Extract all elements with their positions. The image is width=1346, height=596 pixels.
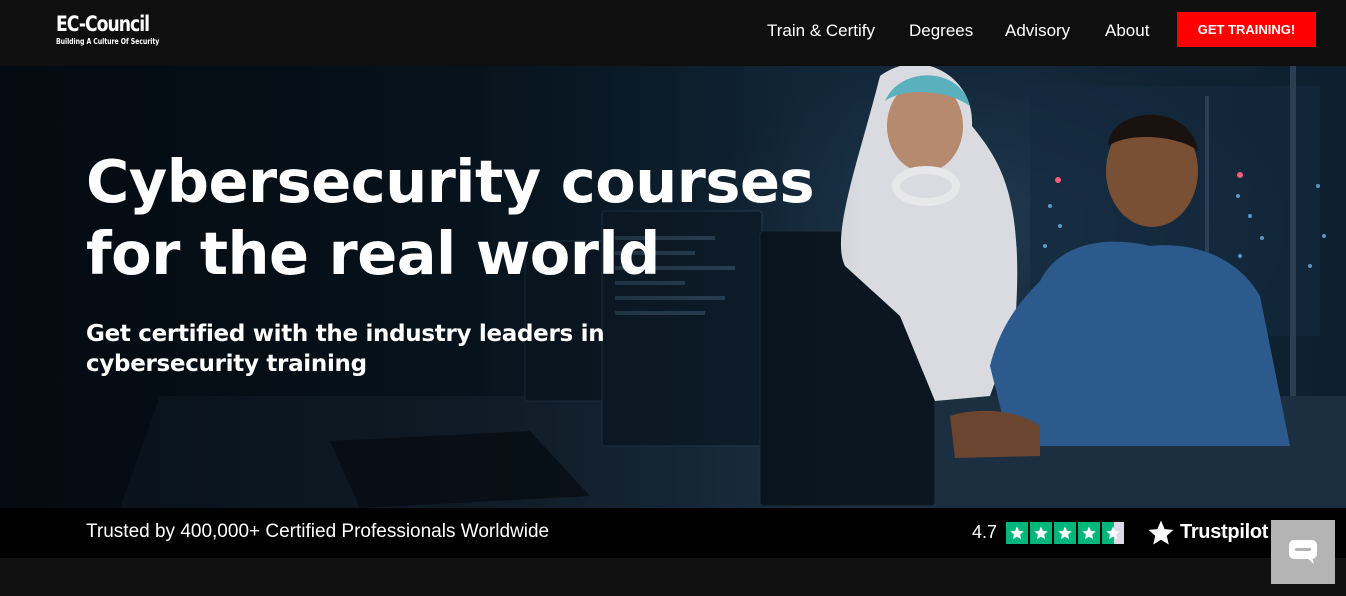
trustpilot-stars[interactable] bbox=[1006, 522, 1124, 544]
logo-name: EC-Council bbox=[56, 12, 150, 36]
trust-bar: Trusted by 400,000+ Certified Profession… bbox=[0, 508, 1346, 558]
get-training-button[interactable]: GET TRAINING! bbox=[1177, 12, 1316, 47]
hero-title: Cybersecurity courses for the real world bbox=[86, 146, 846, 290]
trustpilot-rating: 4.7 bbox=[972, 522, 998, 542]
nav-advisory[interactable]: Advisory bbox=[1005, 20, 1070, 42]
hero-banner: Cybersecurity courses for the real world… bbox=[0, 66, 1346, 508]
logo-tagline: Building A Culture Of Security bbox=[56, 37, 160, 46]
top-navigation: EC-Council Building A Culture Of Securit… bbox=[0, 0, 1346, 66]
hero-title-line-1: Cybersecurity courses bbox=[86, 147, 815, 216]
star-icon bbox=[1006, 522, 1028, 544]
ec-council-logo[interactable]: EC-Council Building A Culture Of Securit… bbox=[56, 12, 188, 46]
hero-subtitle: Get certified with the industry leaders … bbox=[86, 319, 606, 379]
trustpilot-logo[interactable]: Trustpilot bbox=[1180, 521, 1268, 544]
star-icon bbox=[1078, 522, 1100, 544]
half-star-icon bbox=[1102, 522, 1124, 544]
page-bottom bbox=[0, 558, 1346, 596]
trust-statement: Trusted by 400,000+ Certified Profession… bbox=[86, 521, 550, 542]
chat-bubble-icon bbox=[1289, 540, 1317, 564]
nav-train-certify[interactable]: Train & Certify bbox=[767, 20, 875, 42]
chat-widget-button[interactable] bbox=[1271, 520, 1335, 584]
trustpilot-star-icon bbox=[1148, 520, 1174, 545]
nav-about[interactable]: About bbox=[1105, 20, 1149, 42]
nav-degrees[interactable]: Degrees bbox=[909, 20, 973, 42]
star-icon bbox=[1054, 522, 1076, 544]
hero-subtitle-line-1: Get certified with the industry leaders … bbox=[86, 321, 605, 347]
hero-title-line-2: for the real world bbox=[86, 219, 660, 288]
hero-subtitle-line-2: cybersecurity training bbox=[86, 351, 367, 377]
star-icon bbox=[1030, 522, 1052, 544]
